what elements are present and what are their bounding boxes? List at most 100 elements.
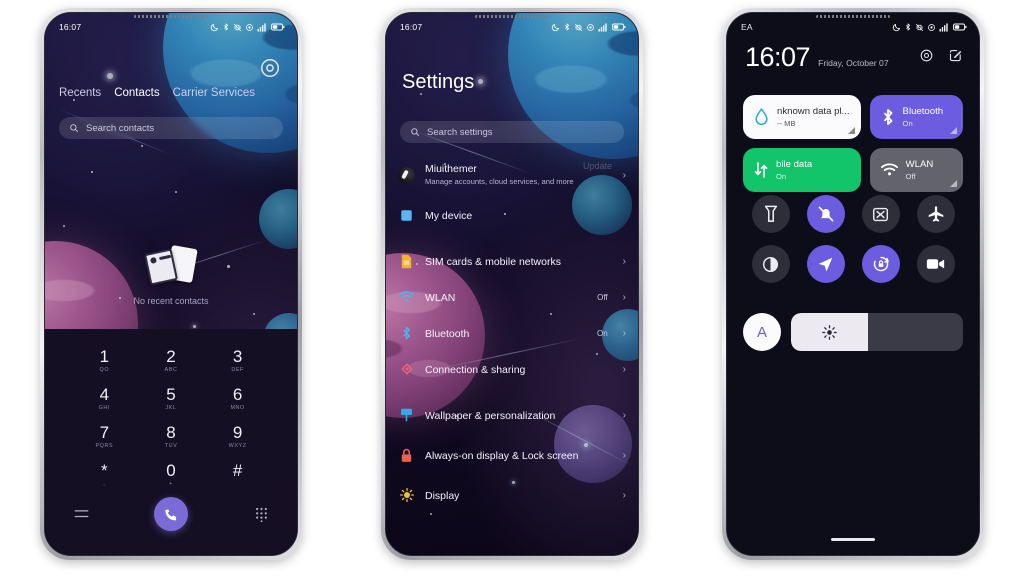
key-star[interactable]: *, [71, 457, 138, 491]
contrast-icon [762, 256, 779, 272]
tab-recents[interactable]: Recents [59, 87, 101, 99]
settings-item-miuithemer[interactable]: Miuithemer Manage accounts, cloud servic… [398, 153, 626, 197]
vibrate-off-icon [574, 23, 583, 31]
toggle-auto-rotate[interactable] [861, 245, 900, 283]
search-placeholder: Search settings [427, 126, 493, 138]
auto-brightness-label: A [756, 323, 767, 341]
call-button[interactable] [154, 497, 188, 531]
settings-item-bluetooth[interactable]: Bluetooth On › [398, 315, 626, 351]
tile-mobile-data[interactable]: bile data On [743, 148, 861, 192]
key-letters: PQRS [95, 443, 114, 449]
settings-item-display[interactable]: Display › [398, 477, 626, 513]
settings-item-value: On [596, 328, 608, 338]
search-icon [411, 128, 420, 137]
key-number: 6 [232, 385, 243, 404]
tile-bluetooth[interactable]: Bluetooth On [869, 95, 963, 139]
list-divider [398, 233, 626, 243]
key-number: # [232, 461, 243, 480]
key-0[interactable]: 0 + [138, 457, 205, 491]
settings-item-always-on-display[interactable]: Always-on display & Lock screen › [398, 433, 626, 477]
settings-item-label: Display [425, 490, 460, 502]
auto-brightness-button[interactable]: A [743, 313, 781, 351]
clock-time: 16:07 [745, 42, 811, 72]
edit-icon[interactable] [948, 48, 963, 68]
location-arrow-icon [818, 257, 833, 272]
tile-title: nknown data pl... [777, 105, 850, 117]
settings-item-label: Miuithemer [425, 163, 477, 175]
battery-icon [953, 23, 967, 31]
toggle-airplane-mode[interactable] [916, 195, 955, 233]
dnd-moon-icon [551, 23, 560, 31]
key-number: 2 [166, 347, 176, 366]
settings-item-label: Connection & sharing [425, 364, 526, 376]
tab-contacts[interactable]: Contacts [114, 87, 159, 99]
location-icon [928, 23, 935, 31]
tab-carrier-services[interactable]: Carrier Services [173, 87, 255, 99]
key-4[interactable]: 4 GHI [71, 381, 138, 415]
tile-wlan[interactable]: WLAN Off [869, 148, 963, 192]
battery-icon [612, 23, 626, 31]
chevron-right-icon: › [622, 169, 626, 181]
key-number: 7 [99, 423, 110, 442]
key-number: 3 [232, 347, 243, 366]
quick-settings-tiles: nknown data pl... -- MB Bluetooth On bil… [743, 95, 963, 192]
key-8[interactable]: 8 TUV [138, 419, 205, 453]
settings-item-label: WLAN [425, 292, 456, 304]
list-divider [398, 387, 626, 397]
settings-item-connection-sharing[interactable]: Connection & sharing › [398, 351, 626, 387]
screenshot-icon [872, 207, 889, 221]
key-1[interactable]: 1 QO [71, 343, 138, 377]
key-letters: MNO [230, 405, 245, 411]
settings-item-sim-cards[interactable]: SIM cards & mobile networks › [398, 243, 626, 279]
key-hash[interactable]: #. [204, 457, 271, 491]
dialer-settings-gear-icon[interactable] [259, 57, 281, 79]
key-7[interactable]: 7 PQRS [71, 419, 138, 453]
key-number: 5 [166, 385, 176, 404]
bluetooth-icon [883, 109, 892, 125]
airplane-icon [928, 206, 943, 222]
chevron-right-icon: › [622, 489, 626, 501]
key-9[interactable]: 9 WXYZ [204, 419, 271, 453]
toggle-dark-mode[interactable] [751, 245, 790, 283]
location-icon [246, 23, 253, 31]
key-3[interactable]: 3 DEF [204, 343, 271, 377]
settings-item-label: Bluetooth [425, 328, 470, 340]
keypad-action-row [71, 497, 271, 531]
key-6[interactable]: 6 MNO [204, 381, 271, 415]
key-letters: , [103, 481, 106, 487]
tile-subtitle: On [776, 171, 787, 181]
settings-item-wlan[interactable]: WLAN Off › [398, 279, 626, 315]
menu-icon[interactable] [73, 506, 89, 522]
key-number: 1 [99, 347, 110, 366]
clock-date: Friday, October 07 [818, 58, 889, 68]
video-camera-icon [926, 259, 945, 269]
toggle-screen-recorder[interactable] [916, 245, 955, 283]
dialpad-icon[interactable] [253, 506, 269, 522]
key-letters: ABC [164, 367, 178, 373]
settings-gear-icon[interactable] [919, 48, 934, 68]
toggle-location[interactable] [806, 245, 845, 283]
phone-device-settings: 16:07 Settings Search settings Update Mi… [381, 8, 643, 560]
search-settings-input[interactable]: Search settings [400, 121, 624, 143]
key-letters: DEF [231, 367, 244, 373]
earpiece-speaker [816, 15, 890, 18]
key-letters: + [169, 481, 173, 487]
settings-item-wallpaper[interactable]: Wallpaper & personalization › [398, 397, 626, 433]
toggle-flashlight[interactable] [751, 195, 790, 233]
toggle-screenshot[interactable] [861, 195, 900, 233]
search-contacts-input[interactable]: Search contacts [59, 117, 283, 139]
home-indicator[interactable] [831, 537, 875, 541]
brightness-slider[interactable] [791, 313, 963, 351]
toggle-silent[interactable] [806, 195, 845, 233]
key-letters: JKL [165, 405, 177, 411]
vibrate-off-icon [233, 23, 242, 31]
key-number: 4 [99, 385, 110, 404]
tile-data-usage[interactable]: nknown data pl... -- MB [743, 95, 861, 139]
settings-item-my-device[interactable]: My device [398, 197, 626, 233]
phone-device-dialer: 16:07 Recents Contacts Carrier Services [40, 8, 302, 560]
clock-block: 16:07 Friday, October 07 [745, 43, 889, 71]
bell-off-icon [818, 206, 833, 222]
key-2[interactable]: 2 ABC [138, 343, 205, 377]
key-number: 0 [166, 461, 176, 480]
key-5[interactable]: 5 JKL [138, 381, 205, 415]
